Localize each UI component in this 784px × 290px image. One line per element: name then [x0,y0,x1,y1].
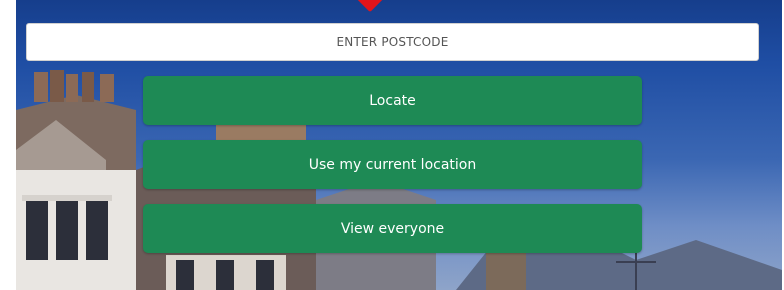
use-current-location-button[interactable]: Use my current location [143,140,642,189]
locate-button[interactable]: Locate [143,76,642,125]
postcode-input[interactable] [26,23,759,61]
page: Locate Use my current location View ever… [0,0,784,290]
view-everyone-button[interactable]: View everyone [143,204,642,253]
